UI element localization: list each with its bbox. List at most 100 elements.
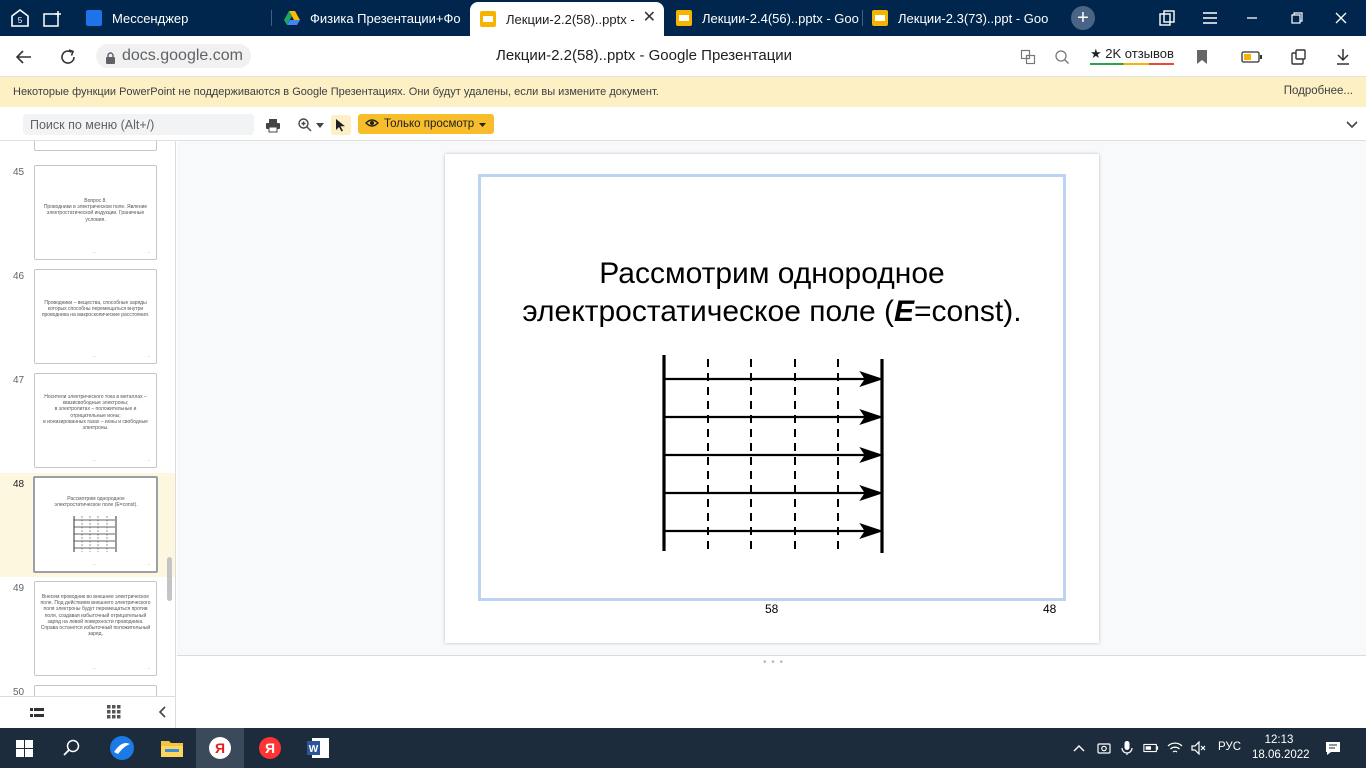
slides-toolbar: Только просмотр	[0, 107, 1366, 141]
browser-tab-strip: 5 Мессенджер Физика Презентации+Фо Лекци…	[0, 0, 1366, 36]
start-windows-icon[interactable]	[0, 728, 48, 768]
volume-muted-icon[interactable]	[1191, 740, 1207, 756]
collapse-sidebar-chevron-icon[interactable]	[158, 705, 166, 723]
title-emphasis: E	[894, 295, 915, 328]
thumbnail-card: Носители электрического тока в металлах …	[34, 373, 157, 468]
tab-close-icon[interactable]: ✕	[643, 10, 656, 26]
arrow-head	[859, 522, 884, 540]
browser-home-icon[interactable]: 5	[8, 6, 32, 30]
camera-icon[interactable]	[1096, 740, 1112, 756]
back-arrow-icon[interactable]	[12, 45, 36, 69]
battery-saver-icon[interactable]	[1240, 45, 1264, 69]
menu-icon[interactable]	[1198, 6, 1222, 30]
thumbnail-page-number: --	[93, 249, 96, 254]
battery-icon[interactable]	[1143, 740, 1159, 756]
tab-messenger[interactable]: Мессенджер	[76, 2, 270, 34]
lock-icon	[105, 49, 116, 73]
thumbnail-page-number: --	[93, 665, 96, 670]
extensions-icon[interactable]	[1286, 45, 1310, 69]
word-app-icon[interactable]: W	[294, 728, 342, 768]
zoom-dropdown-icon[interactable]	[313, 115, 327, 135]
tab-label: Мессенджер	[112, 10, 189, 26]
slide-title: Рассмотрим однородное электростатическое…	[481, 255, 1063, 331]
thumbnail-field-diagram	[73, 516, 117, 552]
minimize-icon[interactable]	[1240, 6, 1264, 30]
tab-physics-folder[interactable]: Физика Презентации+Фо	[274, 2, 468, 34]
search-icon[interactable]	[1050, 45, 1074, 69]
slide-frame: Рассмотрим однородное электростатическое…	[478, 174, 1066, 601]
input-language[interactable]: РУС	[1218, 741, 1241, 753]
thumbnail-number: 47	[13, 375, 25, 386]
page-title: Лекции-2.2(58)..pptx - Google Презентаци…	[496, 47, 793, 64]
collections-icon[interactable]	[1155, 6, 1179, 30]
speaker-notes-area[interactable]: • • •	[177, 655, 1366, 728]
filmstrip-footer	[0, 696, 175, 728]
new-tab-button[interactable]: +	[1071, 6, 1095, 30]
slide-thumbnail-48[interactable]: 48 Рассмотрим однородное электростатичес…	[0, 473, 175, 577]
select-cursor-icon[interactable]	[331, 115, 351, 135]
print-icon[interactable]	[263, 115, 283, 135]
file-explorer-icon[interactable]	[148, 728, 196, 768]
wifi-icon[interactable]	[1167, 740, 1183, 756]
reviews-badge[interactable]: ★ 2K отзывов	[1090, 46, 1174, 65]
slide-thumbnail-45[interactable]: 45 Вопрос 8. Проводники в электрическом …	[0, 165, 175, 269]
thumbnail-text: Проводники – вещества, способные заряды …	[41, 300, 150, 319]
translate-icon[interactable]	[1016, 45, 1040, 69]
tab-label: Лекции-2.3(73)..ppt - Goo	[898, 10, 1049, 26]
close-window-icon[interactable]	[1329, 6, 1353, 30]
slide-thumbnail-49[interactable]: 49 Внесем проводник во внешнее электриче…	[0, 581, 175, 685]
banner-more-link[interactable]: Подробнее...	[1284, 85, 1353, 97]
yandex-browser-app-icon[interactable]	[98, 728, 146, 768]
microphone-icon[interactable]	[1119, 740, 1135, 756]
google-slides-icon	[676, 10, 692, 26]
restore-icon[interactable]	[1285, 6, 1309, 30]
google-drive-icon	[284, 10, 300, 26]
eye-icon	[365, 118, 379, 131]
tab-label: Физика Презентации+Фо	[310, 10, 461, 26]
url-text: docs.google.com	[122, 47, 243, 64]
yandex-app-icon-active[interactable]: Я	[196, 728, 244, 768]
grid-view-icon[interactable]	[107, 705, 121, 724]
thumbnail-index: --	[147, 249, 150, 254]
menu-search-input[interactable]	[23, 114, 254, 135]
resize-grip-icon[interactable]: • • •	[763, 657, 784, 668]
uniform-field-diagram	[662, 355, 884, 553]
slide-index-number: 48	[1043, 602, 1057, 616]
url-field[interactable]: docs.google.com	[96, 44, 251, 68]
yandex-app-icon[interactable]: Я	[246, 728, 294, 768]
tray-expand-chevron-icon[interactable]	[1071, 740, 1087, 756]
slide-thumbnail-47[interactable]: 47 Носители электрического тока в металл…	[0, 373, 175, 477]
zoom-icon[interactable]	[295, 115, 315, 135]
tab-group-icon[interactable]	[40, 6, 64, 30]
arrow-head	[859, 484, 884, 502]
clock-time: 12:13	[1264, 734, 1294, 746]
filmstrip-scrollbar[interactable]	[167, 557, 172, 601]
notifications-icon[interactable]	[1325, 740, 1341, 756]
thumbnail-card: Проводники – вещества, способные заряды …	[34, 269, 157, 364]
tab-lecture-2-4[interactable]: Лекции-2.4(56)..pptx - Goo	[666, 2, 860, 34]
collapse-toolbar-chevron-icon[interactable]	[1342, 115, 1362, 135]
thumbnail-card: Вопрос 8. Проводники в электрическом пол…	[34, 165, 157, 260]
thumbnail-index: --	[147, 457, 150, 462]
filmstrip-view-icon[interactable]	[30, 706, 44, 724]
title-prefix: электростатическое поле (	[522, 295, 895, 328]
tab-lecture-2-3[interactable]: Лекции-2.3(73)..ppt - Goo	[862, 2, 1060, 34]
taskbar-search-icon[interactable]	[48, 728, 96, 768]
tab-lecture-2-2[interactable]: Лекции-2.2(58)..pptx - G ✕	[470, 2, 664, 36]
system-clock[interactable]: 12:13 18.06.2022	[1252, 733, 1310, 763]
bookmark-icon[interactable]	[1190, 45, 1214, 69]
download-icon[interactable]	[1331, 45, 1355, 69]
svg-text:5: 5	[18, 16, 23, 25]
slide-thumbnail-46[interactable]: 46 Проводники – вещества, способные заря…	[0, 269, 175, 373]
reload-icon[interactable]	[56, 45, 80, 69]
thumbnail-text: Внесем проводник во внешнее электрическо…	[40, 594, 151, 638]
tab-label: Лекции-2.4(56)..pptx - Goo	[702, 10, 859, 26]
title-suffix: =const).	[914, 295, 1022, 328]
slide-thumbnail-partial[interactable]	[0, 141, 175, 160]
google-slides-icon	[872, 10, 888, 26]
thumbnail-index: --	[147, 353, 150, 358]
thumbnail-index: --	[147, 665, 150, 670]
slide-title-line2: электростатическое поле (E=const).	[481, 293, 1063, 331]
view-only-button[interactable]: Только просмотр	[358, 114, 495, 134]
thumbnail-card: Внесем проводник во внешнее электрическо…	[34, 581, 157, 676]
